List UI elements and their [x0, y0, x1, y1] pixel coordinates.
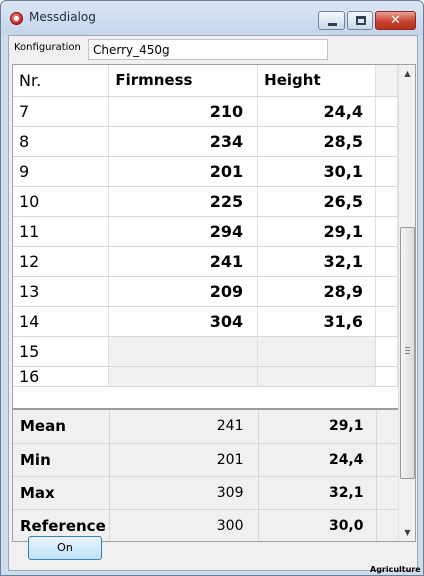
summary-firmness: 241	[109, 410, 259, 444]
ok-button[interactable]: On	[28, 536, 102, 560]
row-number-cell[interactable]: 7	[13, 96, 110, 127]
scroll-thumb[interactable]	[400, 227, 415, 479]
table-row[interactable]: 15	[13, 336, 398, 367]
maximize-button[interactable]	[347, 11, 373, 30]
row-number-cell[interactable]: 12	[13, 246, 110, 277]
summary-label: Min	[13, 443, 110, 477]
dialog-body: Konfiguration Cherry_450g Nr. Firmness H…	[8, 35, 418, 571]
summary-height: 30,0	[258, 509, 377, 541]
height-cell[interactable]: 31,6	[257, 306, 377, 337]
table-row[interactable]: 10 225 26,5	[13, 186, 398, 217]
measurement-grid: Nr. Firmness Height 7 210 24,4 8 234 28,5 9 201…	[12, 64, 416, 542]
scroll-up-arrow-icon[interactable]: ▲	[399, 65, 415, 82]
summary-section: Mean 241 29,1 Min 201 24,4 Max 309 32,1 Reference…	[13, 408, 398, 541]
filler-cell	[375, 126, 398, 157]
filler-cell	[375, 246, 398, 277]
height-cell[interactable]: 29,1	[257, 216, 377, 247]
filler-cell	[375, 216, 398, 247]
summary-filler	[376, 443, 398, 477]
close-button[interactable]: ✕	[375, 11, 416, 30]
column-header-filler	[375, 65, 398, 97]
scroll-down-arrow-icon[interactable]: ▼	[399, 524, 415, 541]
summary-firmness: 201	[109, 443, 259, 477]
column-header-height[interactable]: Height	[257, 65, 377, 97]
row-number-cell[interactable]: 14	[13, 306, 110, 337]
thumb-grip-icon	[405, 347, 410, 354]
window-title: Messdialog	[29, 10, 96, 24]
height-cell[interactable]: 28,5	[257, 126, 377, 157]
table-row[interactable]: 16	[13, 366, 398, 387]
title-bar[interactable]: Messdialog ✕	[1, 1, 423, 35]
row-number-cell[interactable]: 15	[13, 336, 110, 367]
height-cell[interactable]	[257, 336, 377, 367]
vertical-scrollbar[interactable]: ▲ ▼	[398, 65, 415, 541]
config-field[interactable]: Cherry_450g	[88, 39, 328, 60]
summary-row: Mean 241 29,1	[13, 410, 398, 444]
height-cell[interactable]: 24,4	[257, 96, 377, 127]
firmness-cell[interactable]: 209	[108, 276, 259, 307]
summary-firmness: 300	[109, 509, 259, 541]
firmness-cell[interactable]: 201	[108, 156, 259, 187]
caption-text: Agriculture	[370, 565, 421, 574]
summary-filler	[376, 410, 398, 444]
table-row[interactable]: 7 210 24,4	[13, 96, 398, 127]
firmness-cell[interactable]: 294	[108, 216, 259, 247]
filler-cell	[375, 186, 398, 217]
firmness-cell[interactable]: 241	[108, 246, 259, 277]
table-row[interactable]: 8 234 28,5	[13, 126, 398, 157]
summary-label: Mean	[13, 410, 110, 444]
summary-label: Max	[13, 476, 110, 510]
height-cell[interactable]: 28,9	[257, 276, 377, 307]
filler-cell	[375, 96, 398, 127]
filler-cell	[375, 366, 398, 387]
minimize-icon	[328, 23, 337, 26]
filler-cell	[375, 156, 398, 187]
measurement-table: Nr. Firmness Height 7 210 24,4 8 234 28,5 9 201…	[13, 65, 398, 387]
column-header-nr[interactable]: Nr.	[13, 65, 110, 97]
summary-filler	[376, 509, 398, 541]
summary-height: 29,1	[258, 410, 377, 444]
app-logo-icon	[10, 12, 23, 25]
firmness-cell[interactable]: 210	[108, 96, 259, 127]
close-icon: ✕	[390, 13, 401, 28]
filler-cell	[375, 336, 398, 367]
summary-height: 32,1	[258, 476, 377, 510]
table-row[interactable]: 13 209 28,9	[13, 276, 398, 307]
minimize-button[interactable]	[318, 11, 345, 30]
height-cell[interactable]: 26,5	[257, 186, 377, 217]
height-cell[interactable]	[257, 366, 377, 387]
firmness-cell[interactable]	[108, 336, 259, 367]
maximize-icon	[356, 16, 366, 25]
firmness-cell[interactable]: 304	[108, 306, 259, 337]
firmness-cell[interactable]	[108, 366, 259, 387]
row-number-cell[interactable]: 8	[13, 126, 110, 157]
messdialog-window: Messdialog ✕ Konfiguration Cherry_450g N…	[0, 0, 424, 576]
config-label: Konfiguration	[14, 42, 81, 53]
row-number-cell[interactable]: 16	[13, 366, 110, 387]
row-number-cell[interactable]: 13	[13, 276, 110, 307]
row-number-cell[interactable]: 10	[13, 186, 110, 217]
summary-table: Mean 241 29,1 Min 201 24,4 Max 309 32,1 Reference…	[13, 410, 398, 541]
table-header-row: Nr. Firmness Height	[13, 65, 398, 97]
height-cell[interactable]: 30,1	[257, 156, 377, 187]
summary-row: Max 309 32,1	[13, 476, 398, 510]
summary-firmness: 309	[109, 476, 259, 510]
summary-row: Min 201 24,4	[13, 443, 398, 477]
table-row[interactable]: 14 304 31,6	[13, 306, 398, 337]
filler-cell	[375, 306, 398, 337]
table-row[interactable]: 12 241 32,1	[13, 246, 398, 277]
firmness-cell[interactable]: 225	[108, 186, 259, 217]
row-number-cell[interactable]: 11	[13, 216, 110, 247]
summary-filler	[376, 476, 398, 510]
filler-cell	[375, 276, 398, 307]
height-cell[interactable]: 32,1	[257, 246, 377, 277]
firmness-cell[interactable]: 234	[108, 126, 259, 157]
summary-height: 24,4	[258, 443, 377, 477]
row-number-cell[interactable]: 9	[13, 156, 110, 187]
table-row[interactable]: 11 294 29,1	[13, 216, 398, 247]
table-row[interactable]: 9 201 30,1	[13, 156, 398, 187]
column-header-firmness[interactable]: Firmness	[108, 65, 259, 97]
